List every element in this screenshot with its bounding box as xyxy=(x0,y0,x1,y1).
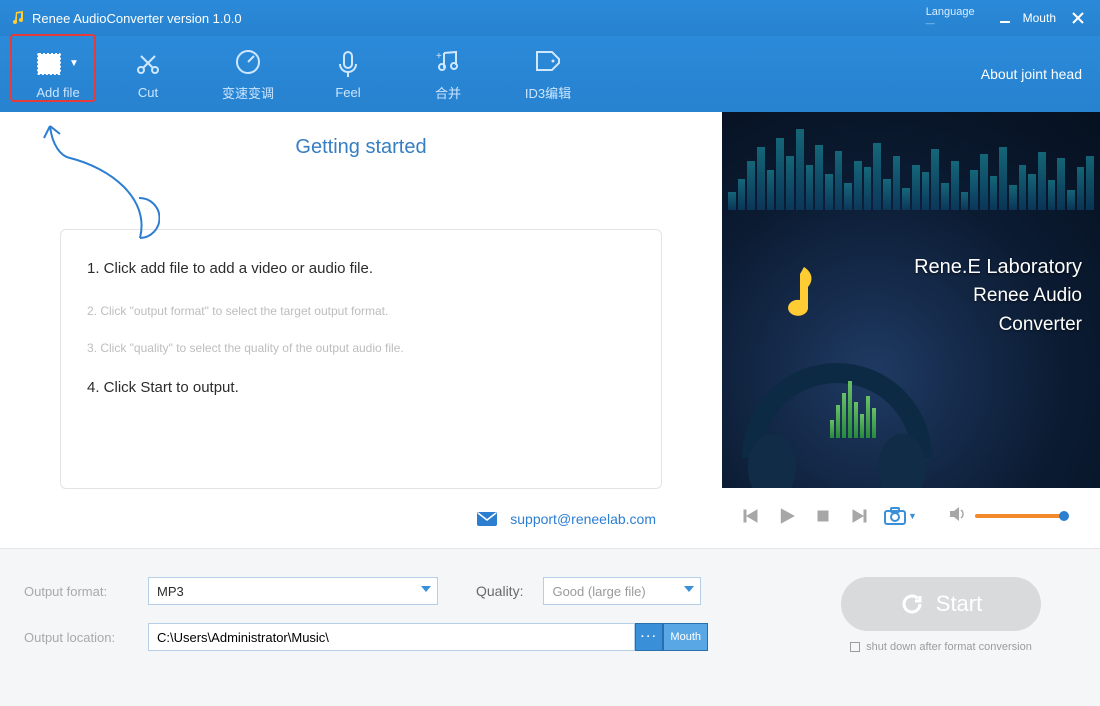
chevron-down-icon: ▼ xyxy=(69,58,79,69)
equalizer-small-icon xyxy=(830,378,876,438)
preview-image: Rene.E Laboratory Renee Audio Converter xyxy=(722,112,1100,488)
next-button[interactable] xyxy=(848,505,870,527)
record-button[interactable]: Feel xyxy=(298,49,398,100)
quality-label: Quality: xyxy=(476,583,523,599)
minimize-button[interactable] xyxy=(993,8,1017,28)
app-title: Renee AudioConverter version 1.0.0 xyxy=(32,11,242,26)
merge-label: 合并 xyxy=(435,83,461,102)
browse-button[interactable]: ··· xyxy=(635,623,663,651)
id3-label: ID3编辑 xyxy=(525,83,571,102)
toolbar: ▼ Add file Cut 变速变调 Feel + 合并 ID3编辑 Abou… xyxy=(0,36,1100,112)
chevron-down-icon xyxy=(684,586,694,592)
volume-icon[interactable] xyxy=(949,506,967,527)
stop-button[interactable] xyxy=(812,505,834,527)
shutdown-checkbox[interactable]: shut down after format conversion xyxy=(850,641,1032,654)
play-button[interactable] xyxy=(776,505,798,527)
cut-label: Cut xyxy=(138,85,158,100)
open-folder-button[interactable]: Mouth xyxy=(663,623,708,651)
getting-started-card: 1. Click add file to add a video or audi… xyxy=(60,229,662,489)
merge-button[interactable]: + 合并 xyxy=(398,47,498,102)
language-selector[interactable]: Language— xyxy=(926,7,975,29)
step-1: 1. Click add file to add a video or audi… xyxy=(87,258,635,279)
speed-button[interactable]: 变速变调 xyxy=(198,47,298,102)
add-file-button[interactable]: ▼ Add file xyxy=(18,49,98,100)
volume-control xyxy=(949,506,1065,527)
refresh-icon xyxy=(900,592,924,616)
mouth-label: Mouth xyxy=(1023,11,1056,25)
chevron-down-icon: ▼ xyxy=(908,511,917,521)
output-format-select[interactable]: MP3 xyxy=(148,577,438,605)
app-logo-icon xyxy=(10,10,26,26)
support-row: support@reneelab.com xyxy=(30,511,656,530)
about-link[interactable]: About joint head xyxy=(981,66,1082,82)
music-note-icon xyxy=(772,262,822,322)
arrow-hint-icon xyxy=(40,118,160,248)
step-4: 4. Click Start to output. xyxy=(87,377,635,398)
chevron-down-icon xyxy=(421,586,431,592)
output-location-label: Output location: xyxy=(24,630,134,645)
preview-panel: Rene.E Laboratory Renee Audio Converter xyxy=(722,112,1100,548)
output-location-input[interactable] xyxy=(148,623,635,651)
close-button[interactable] xyxy=(1066,8,1090,28)
equalizer-icon xyxy=(722,120,1100,210)
snapshot-button[interactable]: ▼ xyxy=(884,507,917,525)
start-button[interactable]: Start xyxy=(841,577,1041,631)
main-content: Getting started 1. Click add file to add… xyxy=(0,112,722,548)
output-format-label: Output format: xyxy=(24,584,134,599)
player-controls: ▼ xyxy=(722,488,1100,544)
add-file-label: Add file xyxy=(36,85,79,100)
id3-button[interactable]: ID3编辑 xyxy=(498,47,598,102)
bottom-bar: Output format: MP3 Quality: Good (large … xyxy=(0,548,1100,706)
step-2: 2. Click "output format" to select the t… xyxy=(87,303,635,320)
quality-select[interactable]: Good (large file) xyxy=(543,577,701,605)
svg-text:+: + xyxy=(436,51,442,62)
titlebar: Renee AudioConverter version 1.0.0 Langu… xyxy=(0,0,1100,36)
volume-slider[interactable] xyxy=(975,514,1065,518)
record-label: Feel xyxy=(335,85,360,100)
step-3: 3. Click "quality" to select the quality… xyxy=(87,340,635,357)
support-email-link[interactable]: support@reneelab.com xyxy=(510,511,656,527)
preview-title: Rene.E Laboratory Renee Audio Converter xyxy=(914,252,1082,339)
prev-button[interactable] xyxy=(740,505,762,527)
mail-icon xyxy=(476,511,498,530)
speed-label: 变速变调 xyxy=(222,83,274,102)
cut-button[interactable]: Cut xyxy=(98,49,198,100)
